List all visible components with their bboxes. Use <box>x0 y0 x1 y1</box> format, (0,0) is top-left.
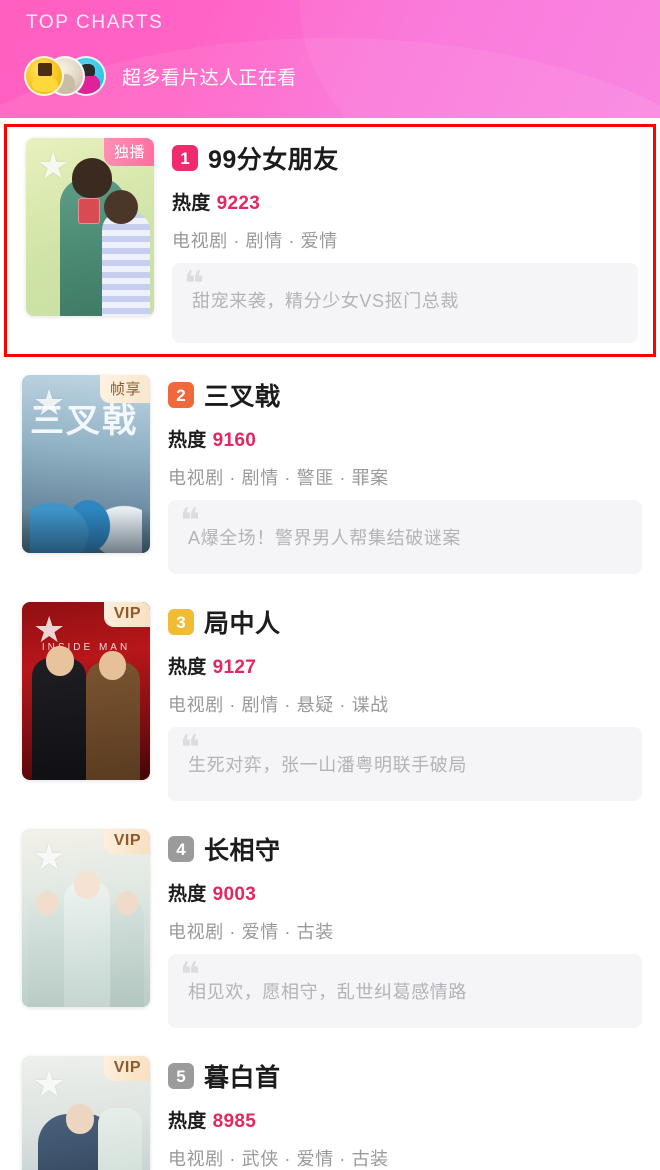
heat-value: 9223 <box>216 193 261 214</box>
heat-value: 9003 <box>212 884 257 905</box>
poster-thumbnail[interactable]: INSIDE MAN VIP <box>22 602 150 780</box>
item-title[interactable]: 暮白首 <box>204 1058 281 1094</box>
rank-badge: 4 <box>168 836 194 862</box>
poster-tag-badge: VIP <box>103 1056 150 1081</box>
promo-text: 超多看片达人正在看 <box>122 67 297 89</box>
heat-label: 热度 <box>168 1111 207 1132</box>
poster-art-shape <box>102 212 150 316</box>
item-genres: 电视剧 · 剧情 · 爱情 <box>172 231 338 251</box>
poster-art-shape <box>36 891 58 915</box>
poster-art-shape <box>78 198 100 224</box>
item-quote-text: A爆全场！警界男人帮集结破谜案 <box>188 528 462 548</box>
rank-badge: 1 <box>172 145 198 171</box>
rank-badge: 2 <box>168 382 194 408</box>
list-item[interactable]: VIP 5 暮白首 热度8985 电视剧 · 武侠 · 爱情 · 古装 ❝ 千人… <box>0 1042 660 1170</box>
item-genres: 电视剧 · 爱情 · 古装 <box>168 922 334 942</box>
list-item[interactable]: 独播 1 99分女朋友 热度 9223 电视剧 · 剧情 · 爱情 ❝ 甜宠来袭，… <box>4 124 656 357</box>
heat-label: 热度 <box>168 430 207 451</box>
list-item[interactable]: 三叉戟 帧享 2 三叉戟 热度 9160 电视剧 · 剧情 · 警匪 · 罪案 ❝… <box>0 361 660 588</box>
item-title[interactable]: 三叉戟 <box>204 377 281 413</box>
heat-label: 热度 <box>168 657 207 678</box>
poster-art-shape <box>74 871 100 899</box>
heat-value: 9127 <box>212 657 257 678</box>
item-genres: 电视剧 · 剧情 · 悬疑 · 谍战 <box>168 695 389 715</box>
poster-art-shape <box>99 651 126 680</box>
poster-art-shape <box>116 891 138 915</box>
page-title: TOP CHARTS <box>26 12 164 33</box>
item-quote-text: 相见欢，愿相守，乱世纠葛感情路 <box>188 982 467 1002</box>
top-charts-list: 独播 1 99分女朋友 热度 9223 电视剧 · 剧情 · 爱情 ❝ 甜宠来袭，… <box>0 124 660 1170</box>
title-row: 1 99分女朋友 <box>172 140 638 176</box>
poster-thumbnail[interactable]: VIP <box>22 829 150 1007</box>
item-info: 4 长相守 热度 9003 电视剧 · 爱情 · 古装 ❝ 相见欢，愿相守，乱世纠… <box>150 829 642 1028</box>
poster-tag-badge: 帧享 <box>99 375 150 403</box>
heat-row: 热度 9160 <box>168 425 642 452</box>
poster-tag-badge: VIP <box>103 829 150 854</box>
heat-value: 8985 <box>212 1111 257 1132</box>
title-row: 5 暮白首 <box>168 1058 642 1094</box>
item-genres: 电视剧 · 武侠 · 爱情 · 古装 <box>168 1149 389 1169</box>
poster-art-shape <box>104 190 138 224</box>
item-quote-box: ❝ 相见欢，愿相守，乱世纠葛感情路 <box>168 954 642 1028</box>
poster-art-shape <box>46 646 74 676</box>
title-row: 4 长相守 <box>168 831 642 867</box>
poster-tag-badge: VIP <box>103 602 150 627</box>
item-info: 3 局中人 热度 9127 电视剧 · 剧情 · 悬疑 · 谍战 ❝ 生死对弈，张… <box>150 602 642 801</box>
avatar-group <box>24 56 108 96</box>
item-quote-text: 生死对弈，张一山潘粤明联手破局 <box>188 755 467 775</box>
title-row: 2 三叉戟 <box>168 377 642 413</box>
avatar <box>24 56 64 96</box>
heat-row: 热度 9003 <box>168 879 642 906</box>
heat-label: 热度 <box>172 193 211 214</box>
poster-art-shape <box>66 1104 94 1134</box>
item-title[interactable]: 局中人 <box>204 604 281 640</box>
rank-badge: 5 <box>168 1063 194 1089</box>
item-quote-box: ❝ 甜宠来袭，精分少女VS抠门总裁 <box>172 263 638 343</box>
poster-tag-badge: 独播 <box>103 138 154 166</box>
heat-label: 热度 <box>168 884 207 905</box>
heat-value: 9160 <box>212 430 257 451</box>
item-info: 5 暮白首 热度8985 电视剧 · 武侠 · 爱情 · 古装 ❝ 千人千面任嘉… <box>150 1056 642 1170</box>
list-item[interactable]: VIP 4 长相守 热度 9003 电视剧 · 爱情 · 古装 ❝ 相见欢，愿相守… <box>0 815 660 1042</box>
item-quote-box: ❝ A爆全场！警界男人帮集结破谜案 <box>168 500 642 574</box>
rank-badge: 3 <box>168 609 194 635</box>
item-genres: 电视剧 · 剧情 · 警匪 · 罪案 <box>168 468 389 488</box>
item-title[interactable]: 99分女朋友 <box>208 140 339 176</box>
top-charts-header: TOP CHARTS 超多看片达人正在看 <box>0 0 660 118</box>
header-decoration-sheen-secondary <box>300 0 660 118</box>
title-row: 3 局中人 <box>168 604 642 640</box>
poster-thumbnail[interactable]: 独播 <box>26 138 154 316</box>
poster-art-shape <box>64 881 110 1007</box>
heat-row: 热度 9223 <box>172 188 638 215</box>
heat-row: 热度 9127 <box>168 652 642 679</box>
poster-thumbnail[interactable]: VIP <box>22 1056 150 1170</box>
item-quote-box: ❝ 生死对弈，张一山潘粤明联手破局 <box>168 727 642 801</box>
promo-banner[interactable]: 超多看片达人正在看 <box>24 56 297 96</box>
item-info: 2 三叉戟 热度 9160 电视剧 · 剧情 · 警匪 · 罪案 ❝ A爆全场！警… <box>150 375 642 574</box>
poster-thumbnail[interactable]: 三叉戟 帧享 <box>22 375 150 553</box>
list-item[interactable]: INSIDE MAN VIP 3 局中人 热度 9127 电视剧 · 剧情 · 悬… <box>0 588 660 815</box>
item-title[interactable]: 长相守 <box>204 831 281 867</box>
heat-row: 热度 8985 <box>168 1106 642 1133</box>
item-quote-text: 甜宠来袭，精分少女VS抠门总裁 <box>192 291 460 311</box>
item-info: 1 99分女朋友 热度 9223 电视剧 · 剧情 · 爱情 ❝ 甜宠来袭，精分少… <box>154 138 638 343</box>
